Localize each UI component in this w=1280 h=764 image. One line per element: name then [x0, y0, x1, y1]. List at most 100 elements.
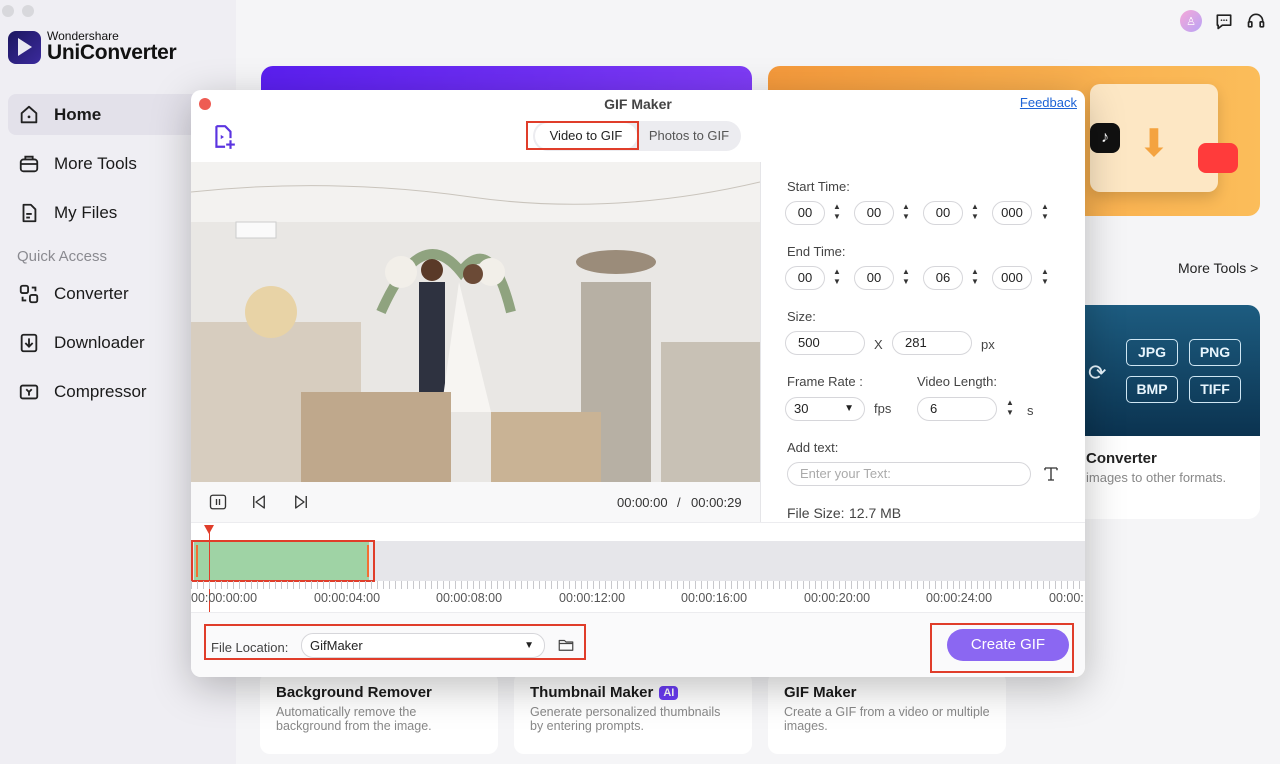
timeline-ticks — [191, 581, 1085, 589]
card-desc: images to other formats. — [1086, 470, 1227, 485]
stepper-icon[interactable]: ▲ ▼ — [832, 267, 842, 289]
stepper-icon[interactable]: ▲ ▼ — [1040, 267, 1050, 289]
format-badge: TIFF — [1189, 376, 1241, 403]
start-minutes-field[interactable]: 00 — [854, 201, 894, 225]
avatar[interactable]: ♙ — [1180, 10, 1202, 32]
timeline-label: 00:00:24:00 — [926, 591, 993, 605]
timeline-label: 00:00:08:00 — [436, 591, 503, 605]
end-ms-field[interactable]: 000 — [992, 266, 1032, 290]
tool-card-background-remover[interactable]: Background Remover Automatically remove … — [260, 672, 498, 754]
image-converter-illustration: ⟳ JPG PNG BMP TIFF — [1068, 305, 1260, 436]
start-seconds-field[interactable]: 00 — [923, 201, 963, 225]
message-icon[interactable] — [1214, 11, 1234, 31]
sidebar-item-label: Downloader — [54, 332, 145, 352]
compressor-icon — [19, 384, 39, 399]
stepper-icon[interactable]: ▲ ▼ — [901, 267, 911, 289]
add-file-icon[interactable] — [211, 124, 237, 150]
stepper-icon[interactable]: ▲ ▼ — [1040, 202, 1050, 224]
more-tools-link[interactable]: More Tools > — [1178, 260, 1258, 276]
end-hours-field[interactable]: 00 — [785, 266, 825, 290]
minimize-window-button[interactable] — [22, 5, 34, 17]
stepper-icon[interactable]: ▲ ▼ — [832, 202, 842, 224]
toolbox-icon — [19, 155, 39, 172]
dialog-title: GIF Maker — [604, 96, 672, 112]
card-desc: Automatically remove the background from… — [276, 705, 432, 733]
frame-rate-label: Frame Rate : — [787, 374, 863, 389]
app-logo: Wondershare UniConverter — [8, 30, 177, 64]
converter-icon — [19, 284, 39, 303]
start-time-label: Start Time: — [787, 179, 850, 194]
sidebar-item-label: My Files — [54, 202, 118, 222]
uniconverter-logo-icon — [8, 30, 41, 64]
width-field[interactable]: 500 — [785, 331, 865, 355]
quick-access-heading: Quick Access — [17, 248, 108, 265]
download-arrow-icon: ⬇ — [1138, 123, 1170, 165]
file-size-label: File Size: — [787, 505, 845, 521]
format-badge: JPG — [1126, 339, 1178, 366]
sidebar-item-label: Home — [54, 104, 102, 124]
timeline[interactable]: 00:00:00:00 00:00:04:00 00:00:08:00 00:0… — [191, 522, 1085, 613]
format-badge: PNG — [1189, 339, 1241, 366]
start-hours-field[interactable]: 00 — [785, 201, 825, 225]
card-title: Converter — [1086, 450, 1157, 467]
next-frame-icon[interactable] — [292, 493, 310, 511]
end-time-label: End Time: — [787, 244, 846, 259]
time-separator: / — [677, 495, 681, 510]
card-title: Thumbnail Maker — [530, 684, 654, 701]
end-minutes-field[interactable]: 00 — [854, 266, 894, 290]
highlight-box — [204, 624, 586, 660]
ai-badge: AI — [659, 685, 679, 700]
feedback-link[interactable]: Feedback — [1020, 95, 1077, 110]
add-text-input[interactable]: Enter your Text: — [787, 462, 1031, 486]
timeline-label: 00:00:16:00 — [681, 591, 748, 605]
highlight-box — [526, 121, 639, 150]
downloader-icon — [20, 333, 38, 352]
stepper-icon[interactable]: ▲ ▼ — [1005, 398, 1015, 420]
highlight-box — [930, 623, 1074, 673]
close-window-button[interactable] — [2, 5, 14, 17]
tool-card-gif-maker[interactable]: GIF Maker Create a GIF from a video or m… — [768, 672, 1006, 754]
video-preview[interactable] — [191, 162, 760, 482]
add-text-label: Add text: — [787, 440, 839, 455]
chevron-down-icon: ▼ — [844, 403, 854, 414]
height-field[interactable]: 281 — [892, 331, 972, 355]
text-style-icon[interactable] — [1042, 465, 1060, 483]
sidebar-item-label: Compressor — [54, 381, 147, 401]
size-label: Size: — [787, 309, 816, 324]
pause-icon[interactable] — [209, 493, 227, 511]
file-icon — [22, 203, 37, 222]
stepper-icon[interactable]: ▲ ▼ — [970, 202, 980, 224]
frame-rate-select[interactable]: 30 ▼ — [785, 397, 865, 421]
end-seconds-field[interactable]: 06 — [923, 266, 963, 290]
total-time: 00:00:29 — [691, 495, 742, 510]
tab-photos-to-gif[interactable]: Photos to GIF — [639, 123, 739, 149]
tiktok-icon: ♪ — [1090, 123, 1120, 153]
player-controls: 00:00:00 / 00:00:29 — [191, 482, 760, 522]
start-ms-field[interactable]: 000 — [992, 201, 1032, 225]
size-unit: px — [981, 337, 995, 352]
convert-arrows-icon: ⟳ — [1088, 360, 1107, 385]
gif-maker-dialog: GIF Maker Feedback Video to GIF Photos t… — [191, 90, 1085, 677]
timeline-label: 00:00:00:00 — [191, 591, 258, 605]
window-controls — [2, 5, 34, 17]
brand-big: UniConverter — [47, 41, 177, 64]
sidebar-item-label: Converter — [54, 283, 129, 303]
tool-card-thumbnail-maker[interactable]: Thumbnail Maker AI Generate personalized … — [514, 672, 752, 754]
frame-rate-value: 30 — [794, 401, 809, 416]
wedding-video-frame — [191, 162, 760, 482]
timeline-label: 00:00: — [1049, 591, 1084, 605]
card-title: GIF Maker — [784, 684, 857, 701]
video-length-field[interactable]: 6 — [917, 397, 997, 421]
previous-frame-icon[interactable] — [250, 493, 268, 511]
stepper-icon[interactable]: ▲ ▼ — [901, 202, 911, 224]
highlight-box — [191, 540, 375, 582]
seconds-unit: s — [1027, 403, 1034, 418]
card-title: Background Remover — [276, 684, 432, 701]
dialog-footer: File Location: GifMaker ▼ Create GIF — [191, 612, 1085, 677]
stepper-icon[interactable]: ▲ ▼ — [970, 267, 980, 289]
timeline-label: 00:00:12:00 — [559, 591, 626, 605]
headset-icon[interactable] — [1246, 11, 1266, 31]
file-size-value: 12.7 MB — [849, 505, 902, 521]
image-converter-card[interactable]: ⟳ JPG PNG BMP TIFF Converter images to o… — [1068, 305, 1260, 519]
fps-unit: fps — [874, 401, 892, 416]
